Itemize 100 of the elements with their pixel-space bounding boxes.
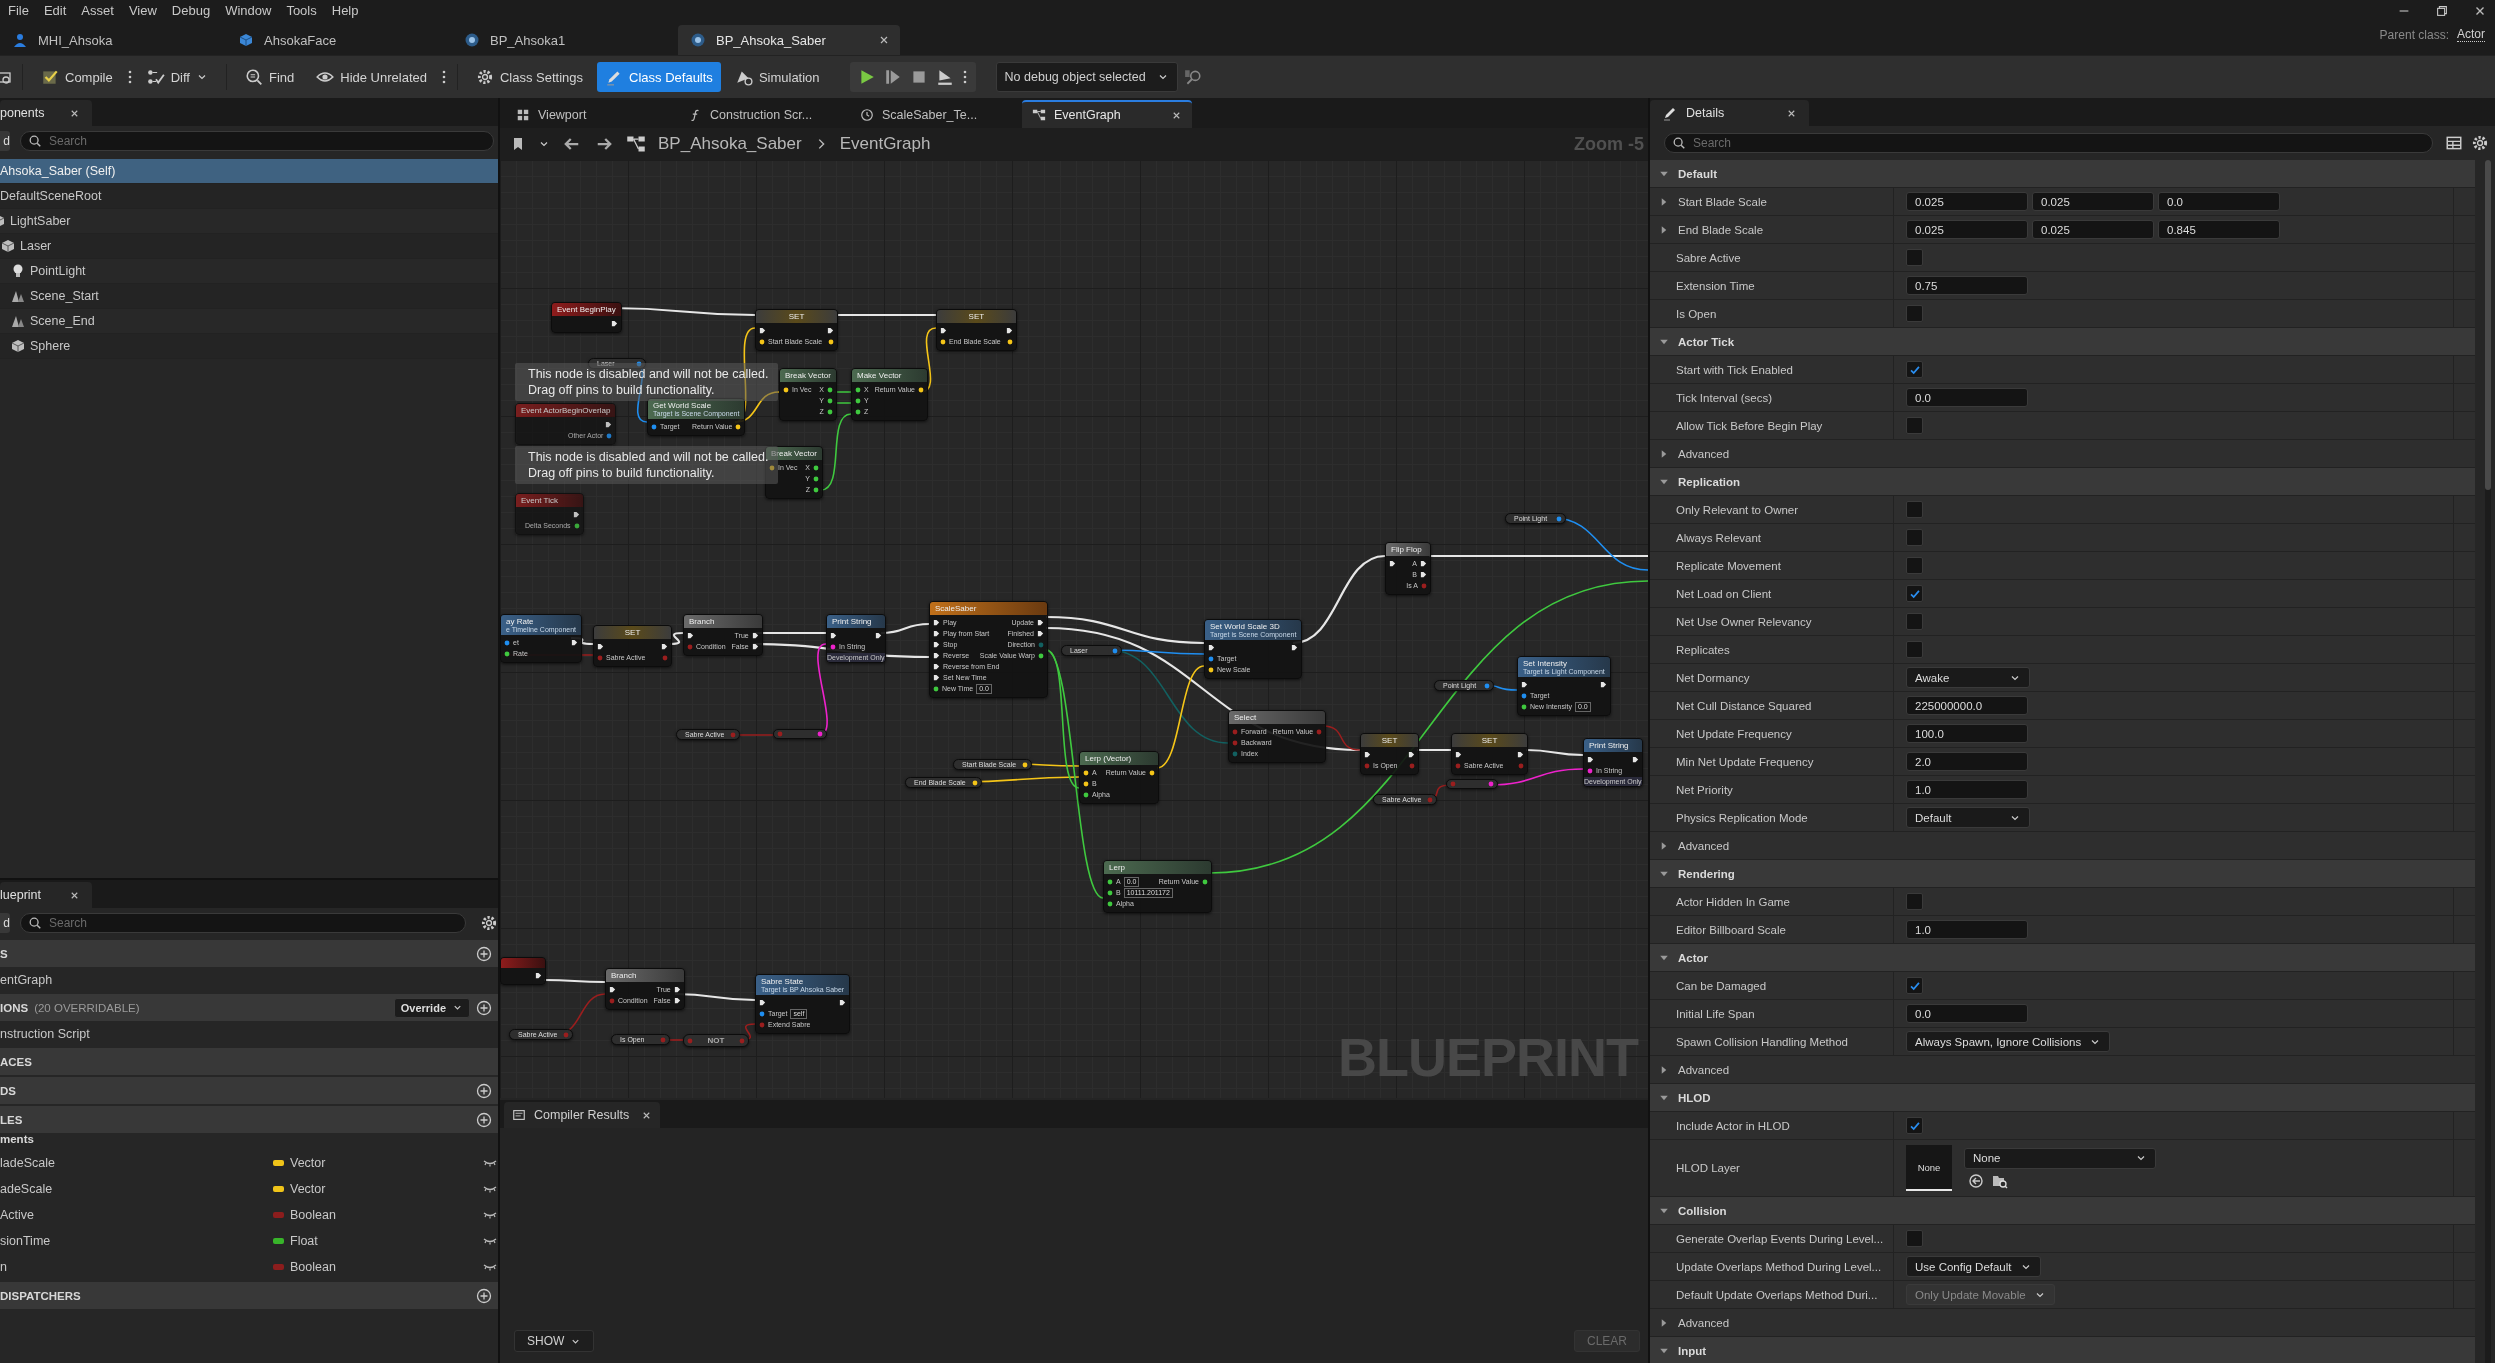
exec-pin-icon[interactable] xyxy=(933,674,940,681)
pin-icon[interactable] xyxy=(830,643,836,650)
restore-icon[interactable] xyxy=(2435,3,2449,18)
menu-item[interactable]: Debug xyxy=(167,3,222,19)
menu-item[interactable]: Tools xyxy=(282,3,328,19)
section-header[interactable]: DS xyxy=(0,1077,498,1104)
pin-icon[interactable] xyxy=(813,464,819,471)
scrollbar[interactable] xyxy=(2485,160,2491,1363)
editor-tab[interactable]: Construction Scr... xyxy=(678,102,848,128)
checkbox[interactable] xyxy=(1906,977,1923,994)
variable-name[interactable]: adeScale xyxy=(0,1182,273,1196)
section-header[interactable]: DISPATCHERS xyxy=(0,1282,498,1309)
exec-pin-icon[interactable] xyxy=(827,327,835,334)
checkbox[interactable] xyxy=(1906,893,1923,910)
checkbox[interactable] xyxy=(1906,501,1923,518)
number-field[interactable]: 225000000.0 xyxy=(1906,696,2028,715)
menu-item[interactable]: Asset xyxy=(77,3,125,19)
pin-icon[interactable] xyxy=(1521,703,1527,710)
exec-pin-icon[interactable] xyxy=(751,632,759,639)
exec-pin-icon[interactable] xyxy=(933,619,940,626)
pin-icon[interactable] xyxy=(1006,338,1013,345)
dropdown[interactable]: Use Config Default xyxy=(1906,1256,2041,1277)
debug-icon[interactable] xyxy=(1183,68,1202,87)
exec-pin-icon[interactable] xyxy=(933,630,940,637)
pin-icon[interactable] xyxy=(826,386,833,393)
pin-icon[interactable] xyxy=(759,1010,765,1017)
pin-icon[interactable] xyxy=(1107,889,1113,896)
checkbox[interactable] xyxy=(1906,529,1923,546)
exec-pin-icon[interactable] xyxy=(597,643,604,650)
pin-icon[interactable] xyxy=(1202,878,1208,885)
exec-pin-icon[interactable] xyxy=(571,639,579,646)
number-field[interactable]: 0.0 xyxy=(1906,1004,2028,1023)
exec-pin-icon[interactable] xyxy=(839,999,847,1006)
checkbox[interactable] xyxy=(1906,361,1923,378)
editor-tab[interactable]: Viewport xyxy=(506,102,676,128)
checkbox[interactable] xyxy=(1906,1117,1923,1134)
panel-tab[interactable]: Details xyxy=(1650,100,1809,126)
dropdown[interactable]: None xyxy=(1964,1147,2156,1169)
pin-icon[interactable] xyxy=(1107,878,1113,885)
exec-pin-icon[interactable] xyxy=(1408,751,1415,758)
add-icon[interactable] xyxy=(476,999,492,1016)
pin-icon[interactable] xyxy=(933,685,939,692)
pin-icon[interactable] xyxy=(918,386,924,393)
add-icon[interactable] xyxy=(476,1111,492,1128)
pin-icon[interactable] xyxy=(940,338,946,345)
add-icon[interactable] xyxy=(476,1082,492,1099)
exec-pin-icon[interactable] xyxy=(1599,681,1607,688)
more-options-icon[interactable] xyxy=(126,69,133,86)
number-field[interactable]: 0.0 xyxy=(2158,192,2280,211)
pin-icon[interactable] xyxy=(504,639,510,646)
pin-icon[interactable] xyxy=(1208,666,1214,673)
number-field[interactable]: 1.0 xyxy=(1906,780,2028,799)
pin-icon[interactable] xyxy=(813,475,819,482)
pin-icon[interactable] xyxy=(651,423,657,430)
more-options-icon[interactable] xyxy=(440,69,447,86)
exec-pin-icon[interactable] xyxy=(751,643,759,650)
add-button[interactable]: d xyxy=(0,913,10,933)
graph-node[interactable]: Event BeginPlay xyxy=(551,302,622,333)
dropdown[interactable]: Awake xyxy=(1906,667,2030,688)
list-item[interactable]: entGraph xyxy=(0,967,498,992)
pin-icon[interactable] xyxy=(1587,767,1593,774)
exec-pin-icon[interactable] xyxy=(1420,571,1427,578)
search-field[interactable]: Search xyxy=(1664,133,2433,153)
section-header[interactable]: IONS (20 OVERRIDABLE) Override xyxy=(0,994,498,1021)
variable-name[interactable]: Active xyxy=(0,1208,273,1222)
exec-pin-icon[interactable] xyxy=(1389,560,1396,567)
pin-icon[interactable] xyxy=(1521,692,1527,699)
show-button[interactable]: SHOW xyxy=(514,1330,595,1352)
variable-name[interactable]: ladeScale xyxy=(0,1156,273,1170)
checkbox[interactable] xyxy=(1906,641,1923,658)
pin-icon[interactable] xyxy=(1038,652,1044,659)
pin-icon[interactable] xyxy=(1083,769,1089,776)
settings-icon[interactable] xyxy=(2471,134,2489,152)
exec-pin-icon[interactable] xyxy=(535,972,542,979)
section-header[interactable]: S xyxy=(0,940,498,967)
more-options-icon[interactable] xyxy=(961,69,968,86)
variable-name[interactable]: n xyxy=(0,1260,273,1274)
pin-icon[interactable] xyxy=(1083,780,1089,787)
tree-item[interactable]: Ahsoka_Saber (Self) xyxy=(0,159,498,184)
menu-item[interactable]: Edit xyxy=(39,3,78,19)
settings-icon[interactable] xyxy=(480,914,498,932)
exec-pin-icon[interactable] xyxy=(661,643,668,650)
exec-pin-icon[interactable] xyxy=(1037,619,1044,626)
menu-item[interactable]: Help xyxy=(327,3,370,19)
exec-pin-icon[interactable] xyxy=(940,327,947,334)
step-icon[interactable] xyxy=(883,68,902,87)
section-header[interactable]: LES xyxy=(0,1106,498,1133)
number-field[interactable]: 0.025 xyxy=(1906,220,2028,239)
diff-button[interactable]: Diff xyxy=(138,62,216,93)
pin-icon[interactable] xyxy=(971,779,978,786)
find-button[interactable]: Find xyxy=(236,62,303,93)
pin-icon[interactable] xyxy=(1149,769,1155,776)
exec-pin-icon[interactable] xyxy=(1291,644,1299,651)
search-field[interactable]: Search xyxy=(20,913,466,933)
pin-icon[interactable] xyxy=(828,338,835,345)
checkbox[interactable] xyxy=(1906,249,1923,266)
pin-icon[interactable] xyxy=(1107,900,1113,907)
pin-icon[interactable] xyxy=(759,338,765,345)
exec-pin-icon[interactable] xyxy=(933,641,940,648)
asset-tab[interactable]: MHI_Ahsoka xyxy=(0,25,222,56)
